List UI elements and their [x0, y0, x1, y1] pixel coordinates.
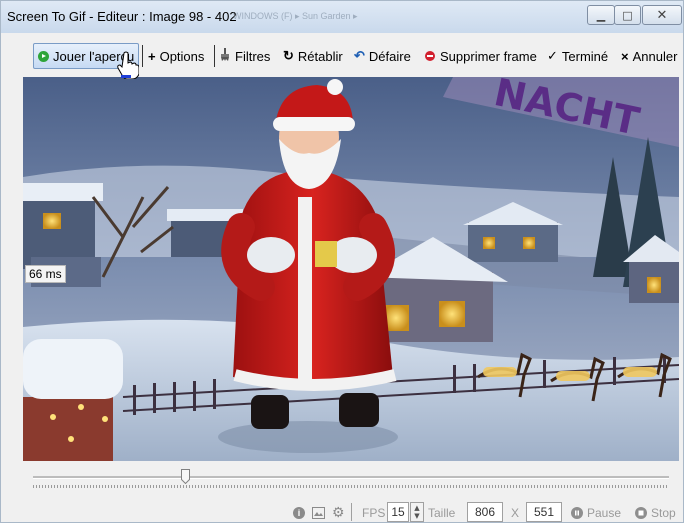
- timeline-ticks: [33, 485, 669, 488]
- minimize-button[interactable]: ▁: [587, 5, 615, 25]
- stop-button[interactable]: Stop: [635, 504, 676, 521]
- timeline-thumb[interactable]: [181, 469, 191, 484]
- timeline-track[interactable]: [33, 476, 669, 479]
- undo-label: Défaire: [368, 48, 411, 64]
- done-label: Terminé: [561, 48, 609, 64]
- options-label: Options: [159, 48, 205, 64]
- delete-icon: [425, 51, 435, 61]
- undo-icon: ↶: [354, 48, 365, 63]
- pause-button[interactable]: Pause: [571, 504, 621, 521]
- maximize-button[interactable]: □: [614, 5, 641, 25]
- options-button[interactable]: + Options: [148, 43, 204, 69]
- restore-button[interactable]: ↻ Rétablir: [283, 43, 343, 69]
- size-label: Taille: [428, 505, 456, 520]
- size-x-label: X: [511, 505, 520, 520]
- plus-icon: +: [148, 48, 156, 64]
- close-icon: ✕: [656, 7, 668, 23]
- stop-label: Stop: [651, 505, 676, 520]
- info-icon: i: [293, 506, 305, 519]
- checkmark-icon: ✓: [547, 48, 558, 63]
- settings-button[interactable]: ⚙: [332, 504, 345, 521]
- background-window-text: WINDOWS (F) ▸ Sun Garden ▸: [233, 11, 358, 21]
- image-button[interactable]: [312, 504, 325, 521]
- pause-label: Pause: [587, 505, 622, 520]
- christmas-scene-image: NACHT: [23, 77, 679, 461]
- toolbar-separator: [214, 45, 215, 67]
- undo-button[interactable]: ↶ Défaire: [354, 43, 411, 69]
- x-icon: ×: [621, 48, 629, 64]
- window-title: Screen To Gif - Editeur : Image 98 - 402: [7, 9, 237, 24]
- fps-label: FPS: [362, 505, 386, 520]
- chevron-down-icon: ▼: [414, 512, 420, 520]
- width-input[interactable]: 806: [467, 502, 503, 522]
- pause-icon: [571, 506, 583, 519]
- delete-frame-label: Supprimer frame: [440, 48, 537, 64]
- chevron-up-icon: ▲: [414, 504, 420, 512]
- title-bar[interactable]: Screen To Gif - Editeur : Image 98 - 402…: [1, 1, 683, 33]
- close-button[interactable]: ✕: [642, 5, 682, 25]
- play-icon: [38, 50, 49, 62]
- toolbar: Jouer l'aperçu + Options Filtres ↻ Rétab…: [1, 39, 684, 73]
- fps-input[interactable]: 15: [387, 502, 409, 522]
- filters-button[interactable]: Filtres: [219, 43, 270, 69]
- frame-preview[interactable]: NACHT: [23, 77, 679, 461]
- status-bar: i ⚙ FPS 15 ▲ ▼ Taille 806 X 551 Pause Sto…: [1, 500, 684, 524]
- minimize-icon: ▁: [596, 8, 606, 22]
- delete-frame-button[interactable]: Supprimer frame: [425, 43, 537, 69]
- cancel-button[interactable]: × Annuler: [621, 43, 677, 69]
- toolbar-separator: [142, 45, 143, 67]
- restore-icon: ↻: [283, 48, 294, 63]
- fps-stepper[interactable]: ▲ ▼: [410, 502, 424, 522]
- info-button[interactable]: i: [293, 504, 305, 521]
- editor-window: Screen To Gif - Editeur : Image 98 - 402…: [0, 0, 684, 523]
- maximize-icon: □: [622, 8, 633, 22]
- brush-icon: [219, 48, 231, 64]
- height-input[interactable]: 551: [526, 502, 562, 522]
- filters-label: Filtres: [235, 48, 271, 64]
- done-button[interactable]: ✓ Terminé: [547, 43, 608, 69]
- frame-delay-label[interactable]: 66 ms: [25, 265, 66, 283]
- status-separator: [351, 503, 352, 521]
- restore-label: Rétablir: [297, 48, 343, 64]
- hand-cursor-icon: [117, 51, 139, 79]
- image-icon: [312, 506, 325, 519]
- cancel-label: Annuler: [632, 48, 678, 64]
- gear-icon: ⚙: [332, 504, 345, 520]
- stop-icon: [635, 506, 647, 519]
